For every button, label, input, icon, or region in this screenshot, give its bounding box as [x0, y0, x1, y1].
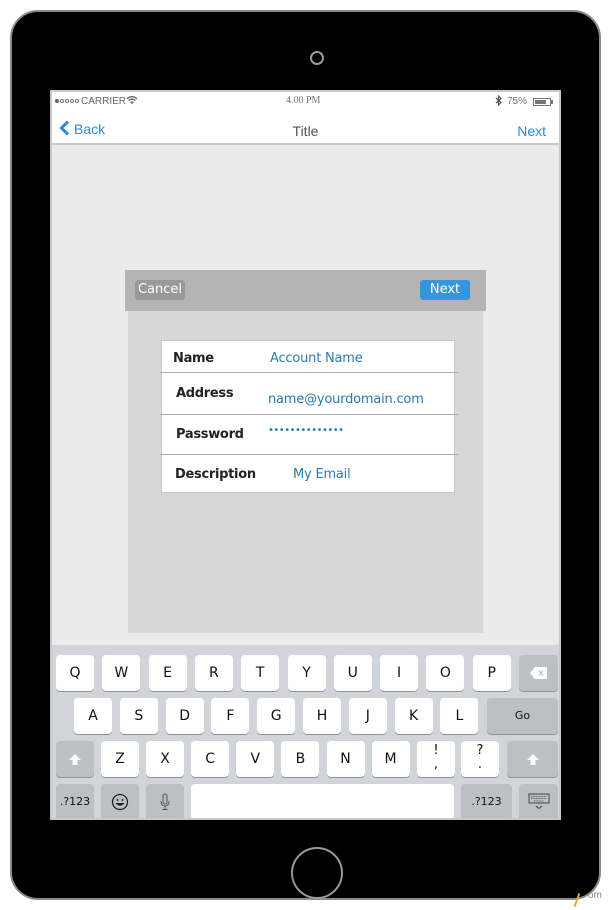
hide-keyboard-key[interactable]	[519, 784, 558, 818]
emoji-icon	[111, 793, 129, 811]
key-r[interactable]: R	[194, 655, 233, 691]
screen: CARRIER 4.00 PM 75% Back Title Next Canc…	[50, 90, 561, 820]
key-n[interactable]: N	[326, 741, 365, 777]
key-a[interactable]: A	[74, 698, 112, 734]
camera-icon	[310, 51, 324, 65]
battery-icon	[533, 98, 551, 106]
account-form: Name Account Name Address name@yourdomai…	[160, 340, 458, 493]
key-o[interactable]: O	[426, 655, 465, 691]
carrier-label: CARRIER	[81, 96, 127, 107]
key-c[interactable]: C	[191, 741, 230, 777]
key-exclamation-comma[interactable]: !,	[417, 741, 455, 777]
key-u[interactable]: U	[333, 655, 372, 691]
key-question-period[interactable]: ?.	[461, 741, 499, 777]
shift-icon	[526, 754, 539, 765]
key-g[interactable]: G	[257, 698, 296, 734]
key-i[interactable]: I	[380, 655, 419, 691]
key-f[interactable]: F	[211, 698, 250, 734]
shift-icon	[69, 754, 81, 765]
address-label: Address	[176, 386, 234, 401]
key-l[interactable]: L	[440, 698, 479, 734]
key-b[interactable]: B	[281, 741, 320, 777]
address-field[interactable]: name@yourdomain.com	[268, 392, 424, 407]
key-h[interactable]: H	[303, 698, 341, 734]
key-x[interactable]: X	[146, 741, 185, 777]
key-d[interactable]: D	[165, 698, 204, 734]
emoji-key[interactable]	[101, 784, 139, 818]
key-t[interactable]: T	[241, 655, 280, 691]
numbers-key-right[interactable]: .?123	[461, 784, 512, 818]
nav-next-button[interactable]: Next	[517, 123, 546, 139]
page-title: Title	[292, 123, 319, 139]
password-label: Password	[176, 427, 244, 442]
password-field[interactable]: ••••••••••••••	[268, 425, 344, 436]
dialog-body: Name Account Name Address name@yourdomai…	[128, 311, 483, 633]
go-key[interactable]: Go	[487, 698, 558, 734]
shift-key-left[interactable]	[56, 741, 94, 777]
microphone-key[interactable]	[146, 784, 184, 818]
key-z[interactable]: Z	[101, 741, 139, 777]
name-field[interactable]: Account Name	[270, 351, 363, 366]
key-p[interactable]: P	[472, 655, 511, 691]
key-v[interactable]: V	[236, 741, 275, 777]
battery-percent: 75%	[507, 96, 528, 107]
dialog-header: Cancel Next	[125, 270, 486, 311]
form-row-address: Address name@yourdomain.com	[160, 373, 458, 415]
watermark: om	[588, 890, 602, 901]
key-e[interactable]: E	[148, 655, 187, 691]
on-screen-keyboard: Q W E R T Y U I O P A S D F G H J K L Go Z X C V B N M!,?. .?123 .?1…	[52, 645, 559, 818]
form-row-name: Name Account Name	[160, 341, 458, 373]
space-bar[interactable]	[191, 784, 454, 818]
key-k[interactable]: K	[394, 698, 433, 734]
bluetooth-icon	[495, 94, 503, 109]
shift-key-right[interactable]	[507, 741, 558, 777]
account-dialog: Cancel Next Name Account Name Address na…	[125, 270, 486, 634]
backspace-key[interactable]	[519, 655, 558, 691]
key-y[interactable]: Y	[287, 655, 326, 691]
backspace-icon	[529, 667, 547, 679]
key-w[interactable]: W	[102, 655, 141, 691]
status-time: 4.00 PM	[286, 95, 321, 106]
name-label: Name	[173, 351, 214, 366]
navigation-bar: Back Title Next	[52, 112, 559, 145]
numbers-key-left[interactable]: .?123	[56, 784, 94, 818]
dialog-next-button[interactable]: Next	[420, 280, 470, 300]
hide-keyboard-icon	[528, 793, 549, 810]
description-field[interactable]: My Email	[293, 467, 351, 482]
battery-tip	[551, 100, 553, 104]
form-row-password: Password ••••••••••••••	[160, 415, 458, 455]
key-m[interactable]: M	[371, 741, 410, 777]
cancel-button[interactable]: Cancel	[135, 280, 185, 300]
form-row-description: Description My Email	[162, 455, 457, 493]
home-button[interactable]	[291, 847, 343, 899]
key-j[interactable]: J	[348, 698, 387, 734]
status-bar: CARRIER 4.00 PM 75%	[52, 92, 559, 112]
description-label: Description	[175, 467, 256, 482]
microphone-icon	[160, 793, 170, 810]
wifi-icon	[126, 95, 138, 108]
signal-strength-icon	[55, 99, 79, 103]
key-s[interactable]: S	[119, 698, 158, 734]
key-q[interactable]: Q	[56, 655, 94, 691]
